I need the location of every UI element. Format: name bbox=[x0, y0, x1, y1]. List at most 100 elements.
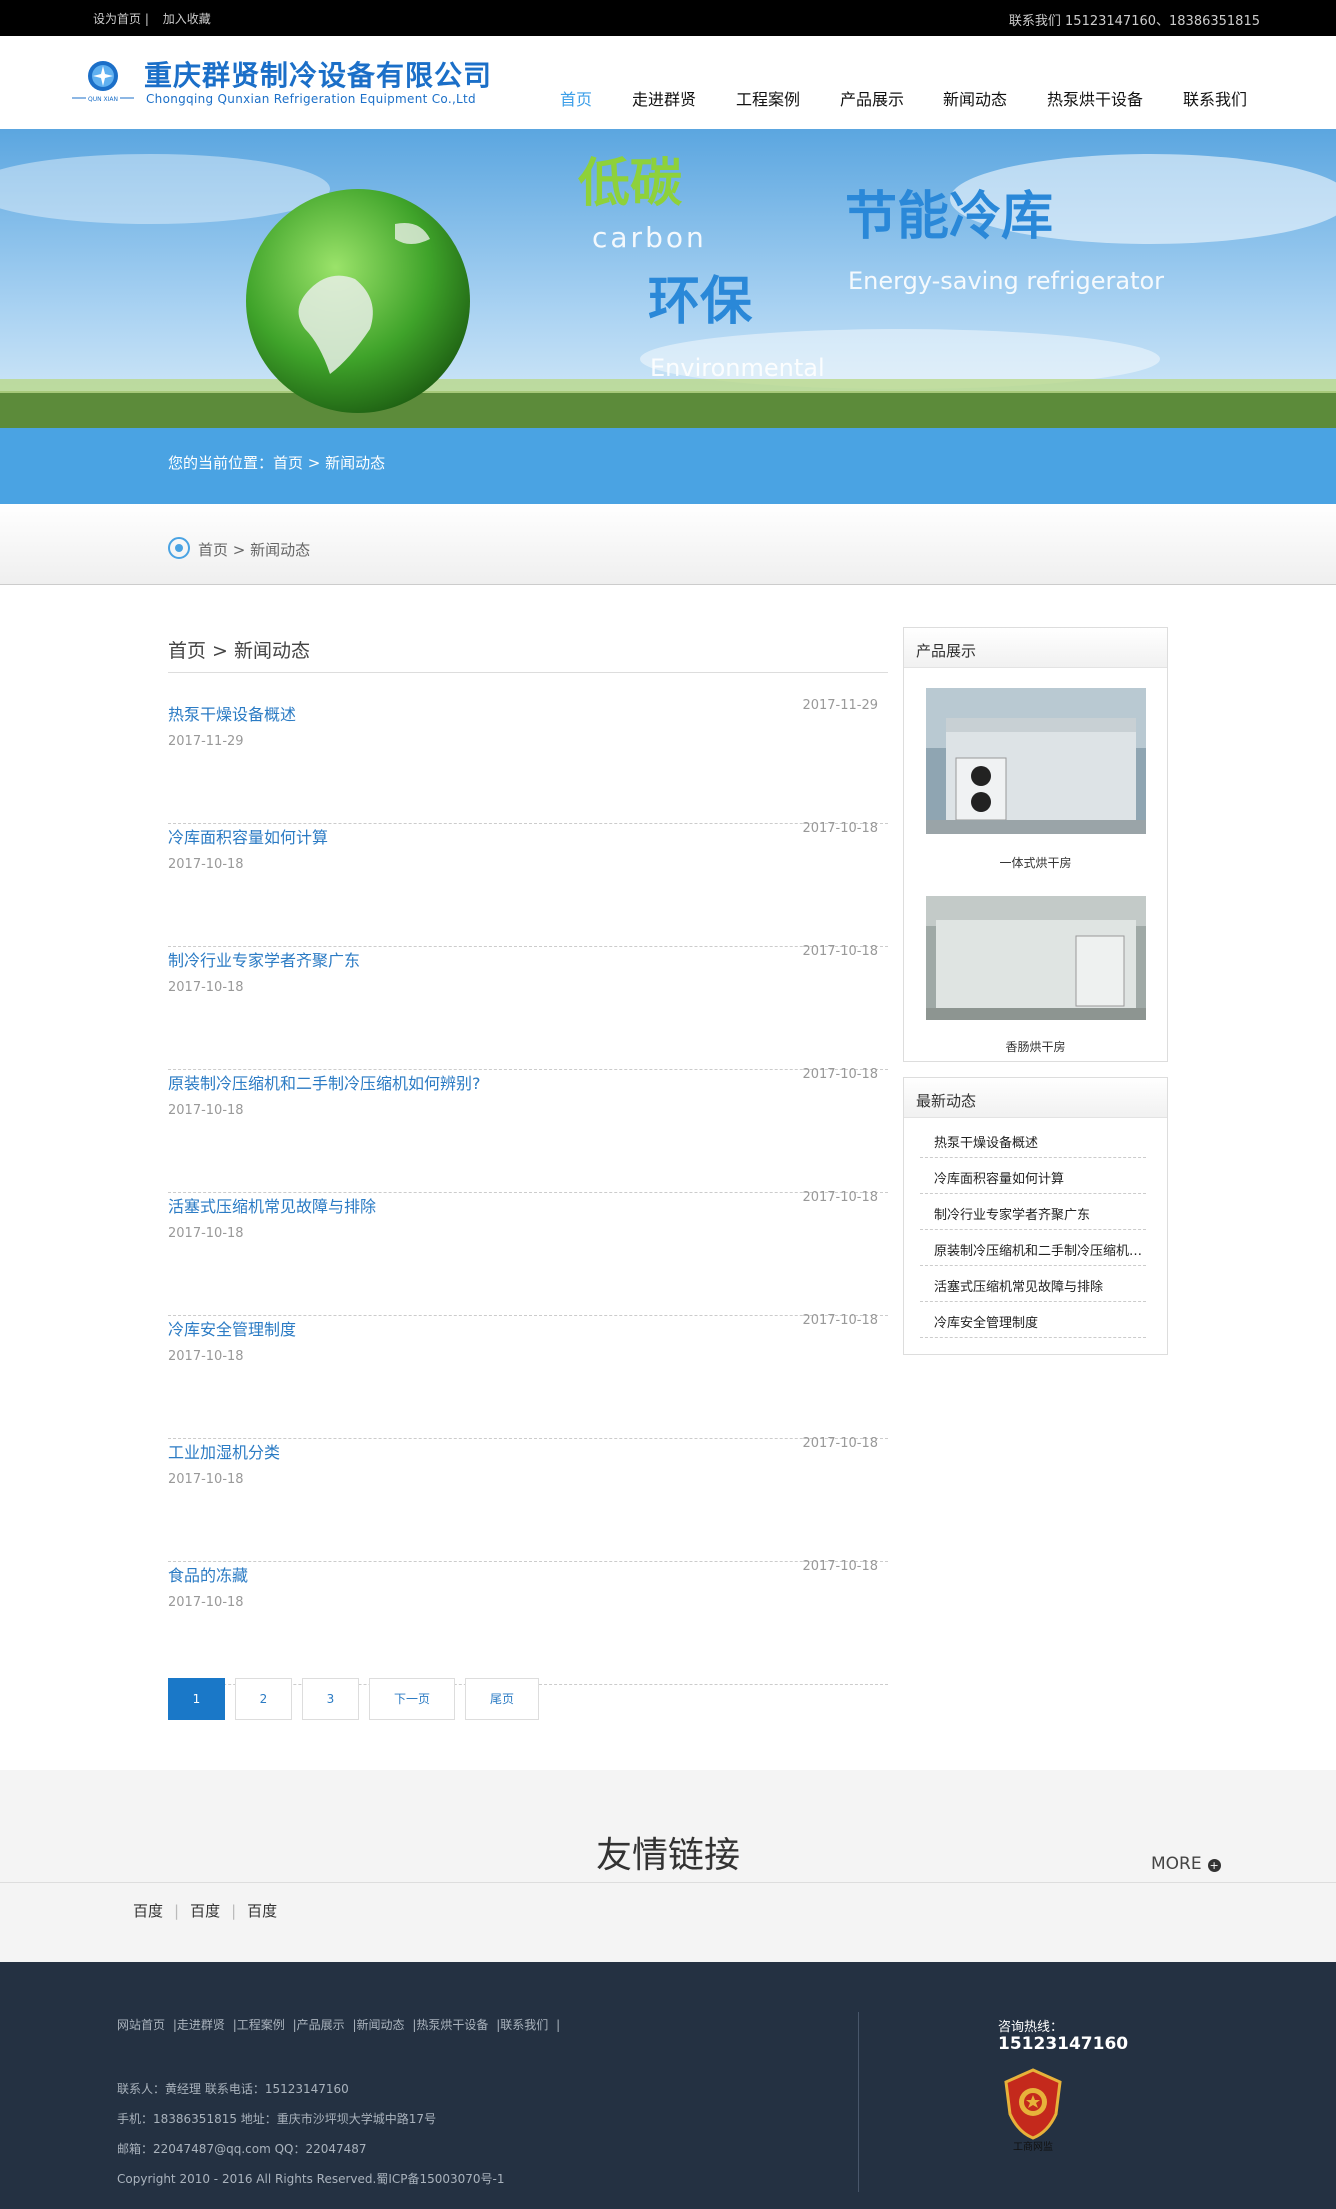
police-badge-icon[interactable]: 工商网监 bbox=[998, 2066, 1068, 2152]
separator: | bbox=[174, 1902, 180, 1920]
footer-nav-separator: | bbox=[556, 2018, 561, 2032]
latest-news-title: 最新动态 bbox=[904, 1078, 1167, 1118]
news-date-right: 2017-10-18 bbox=[802, 1559, 878, 1574]
news-date-right: 2017-10-18 bbox=[802, 1436, 878, 1451]
location-icon bbox=[168, 537, 190, 559]
friend-link[interactable]: 百度 bbox=[190, 1902, 220, 1920]
nav-cases[interactable]: 工程案例 bbox=[736, 86, 800, 110]
footer-nav-products[interactable]: |产品展示 bbox=[293, 2018, 345, 2032]
news-title-link[interactable]: 冷库安全管理制度 bbox=[168, 1316, 296, 1340]
footer-address: 手机：18386351815 地址：重庆市沙坪坝大学城中路17号 bbox=[117, 2112, 437, 2126]
breadcrumb: 首页 > 新闻动态 bbox=[0, 504, 1336, 585]
product-caption[interactable]: 香肠烘干房 bbox=[904, 1038, 1167, 1055]
product-image-1[interactable] bbox=[926, 688, 1146, 834]
list-item: 冷库安全管理制度 2017-10-18 2017-10-18 bbox=[168, 1313, 888, 1439]
footer-contact: 联系人：黄经理 联系电话：15123147160 bbox=[117, 2082, 349, 2096]
list-item: 活塞式压缩机常见故障与排除 2017-10-18 2017-10-18 bbox=[168, 1190, 888, 1316]
news-date: 2017-10-18 bbox=[168, 1226, 244, 1241]
latest-news-item[interactable]: 原装制冷压缩机和二手制冷压缩机如何辨别? bbox=[920, 1230, 1146, 1266]
divider bbox=[168, 672, 888, 673]
footer-nav-heatpump[interactable]: |热泵烘干设备 bbox=[412, 2018, 488, 2032]
list-item: 热泵干燥设备概述 2017-11-29 2017-11-29 bbox=[168, 698, 888, 824]
banner-text-3: 节能冷库 bbox=[845, 187, 1053, 247]
news-date: 2017-10-18 bbox=[168, 1103, 244, 1118]
footer-nav-cases[interactable]: |工程案例 bbox=[233, 2018, 285, 2032]
latest-news-item[interactable]: 冷库安全管理制度 bbox=[920, 1302, 1146, 1338]
latest-news-item[interactable]: 制冷行业专家学者齐聚广东 bbox=[920, 1194, 1146, 1230]
news-title-link[interactable]: 活塞式压缩机常见故障与排除 bbox=[168, 1193, 376, 1217]
banner: 低碳 carbon 环保 Environmental 节能冷库 Energy-s… bbox=[0, 129, 1336, 428]
latest-news-item[interactable]: 冷库面积容量如何计算 bbox=[920, 1158, 1146, 1194]
last-page-button[interactable]: 尾页 bbox=[465, 1678, 539, 1720]
footer-copyright: Copyright 2010 - 2016 All Rights Reserve… bbox=[117, 2172, 505, 2186]
list-item: 原装制冷压缩机和二手制冷压缩机如何辨别? 2017-10-18 2017-10-… bbox=[168, 1067, 888, 1193]
hotline-label: 咨询热线： bbox=[998, 2020, 1064, 2035]
news-date: 2017-10-18 bbox=[168, 857, 244, 872]
footer-nav-news[interactable]: |新闻动态 bbox=[352, 2018, 404, 2032]
more-link[interactable]: MORE + bbox=[1151, 1854, 1221, 1875]
banner-text-2-en: Environmental bbox=[650, 354, 825, 382]
plus-icon: + bbox=[1207, 1859, 1221, 1872]
top-bar: 设为首页 | 加入收藏 联系我们 15123147160、18386351815 bbox=[0, 0, 1336, 36]
banner-text-1-en: carbon bbox=[592, 221, 707, 254]
latest-news-item[interactable]: 热泵干燥设备概述 bbox=[920, 1122, 1146, 1158]
next-page-button[interactable]: 下一页 bbox=[369, 1678, 455, 1720]
news-date: 2017-10-18 bbox=[168, 1349, 244, 1364]
product-image-2[interactable] bbox=[926, 896, 1146, 1020]
footer-nav: 网站首页 |走进群贤 |工程案例 |产品展示 |新闻动态 |热泵烘干设备 |联系… bbox=[117, 2016, 564, 2033]
divider bbox=[0, 1882, 1336, 1883]
header: QUN XIAN 重庆群贤制冷设备有限公司 Chongqing Qunxian … bbox=[0, 36, 1336, 129]
news-date: 2017-10-18 bbox=[168, 980, 244, 995]
latest-news-item[interactable]: 活塞式压缩机常见故障与排除 bbox=[920, 1266, 1146, 1302]
page-1-button[interactable]: 1 bbox=[168, 1678, 225, 1720]
news-date-right: 2017-10-18 bbox=[802, 1067, 878, 1082]
emblem-caption: 工商网监 bbox=[1013, 2140, 1053, 2152]
friend-links-title: 友情链接 bbox=[595, 1835, 740, 1876]
nav-news[interactable]: 新闻动态 bbox=[943, 86, 1007, 110]
latest-news-box: 最新动态 热泵干燥设备概述 冷库面积容量如何计算 制冷行业专家学者齐聚广东 原装… bbox=[903, 1077, 1168, 1355]
location-text: 您的当前位置：首页 > 新闻动态 bbox=[168, 454, 386, 472]
news-title-link[interactable]: 工业加湿机分类 bbox=[168, 1439, 280, 1463]
news-title-link[interactable]: 冷库面积容量如何计算 bbox=[168, 824, 328, 848]
nav-products[interactable]: 产品展示 bbox=[840, 86, 904, 110]
news-date-right: 2017-10-18 bbox=[802, 1313, 878, 1328]
news-title-link[interactable]: 制冷行业专家学者齐聚广东 bbox=[168, 947, 360, 971]
nav-contact[interactable]: 联系我们 bbox=[1183, 86, 1247, 110]
more-label: MORE bbox=[1151, 1854, 1202, 1874]
products-title: 产品展示 bbox=[904, 628, 1167, 668]
page-3-button[interactable]: 3 bbox=[302, 1678, 359, 1720]
news-date-right: 2017-10-18 bbox=[802, 1190, 878, 1205]
list-item: 食品的冻藏 2017-10-18 2017-10-18 bbox=[168, 1559, 888, 1685]
list-item: 工业加湿机分类 2017-10-18 2017-10-18 bbox=[168, 1436, 888, 1562]
news-title-link[interactable]: 热泵干燥设备概述 bbox=[168, 701, 296, 725]
footer-nav-home[interactable]: 网站首页 bbox=[117, 2018, 165, 2032]
friend-links-section: 友情链接 MORE + 百度 | 百度 | 百度 bbox=[0, 1770, 1336, 1962]
nav-heatpump[interactable]: 热泵烘干设备 bbox=[1047, 86, 1143, 110]
nav-about[interactable]: 走进群贤 bbox=[632, 86, 696, 110]
banner-text-3-en: Energy-saving refrigerator bbox=[848, 267, 1164, 295]
product-caption[interactable]: 一体式烘干房 bbox=[904, 854, 1167, 871]
friend-link[interactable]: 百度 bbox=[133, 1902, 163, 1920]
logo-title[interactable]: 重庆群贤制冷设备有限公司 bbox=[144, 54, 492, 94]
news-date-right: 2017-10-18 bbox=[802, 944, 878, 959]
footer-nav-about[interactable]: |走进群贤 bbox=[173, 2018, 225, 2032]
hotline-number: 15123147160 bbox=[998, 2034, 1129, 2054]
news-date-right: 2017-10-18 bbox=[802, 821, 878, 836]
logo-icon[interactable]: QUN XIAN bbox=[70, 56, 136, 106]
list-item: 冷库面积容量如何计算 2017-10-18 2017-10-18 bbox=[168, 821, 888, 947]
location-bar: 您的当前位置：首页 > 新闻动态 bbox=[0, 428, 1336, 504]
footer-email: 邮箱：22047487@qq.com QQ：22047487 bbox=[117, 2142, 367, 2156]
footer-nav-contact[interactable]: |联系我们 bbox=[496, 2018, 548, 2032]
set-home-link[interactable]: 设为首页 | bbox=[93, 12, 149, 26]
products-box: 产品展示 一体式烘干房 香肠烘干房 bbox=[903, 627, 1168, 1062]
add-favorite-link[interactable]: 加入收藏 bbox=[163, 12, 211, 26]
news-title-link[interactable]: 原装制冷压缩机和二手制冷压缩机如何辨别? bbox=[168, 1070, 481, 1094]
logo-badge-text: QUN XIAN bbox=[88, 96, 118, 103]
separator: | bbox=[231, 1902, 237, 1920]
news-date: 2017-10-18 bbox=[168, 1595, 244, 1610]
friend-link[interactable]: 百度 bbox=[247, 1902, 277, 1920]
breadcrumb-text[interactable]: 首页 > 新闻动态 bbox=[198, 539, 310, 560]
page-2-button[interactable]: 2 bbox=[235, 1678, 292, 1720]
nav-home[interactable]: 首页 bbox=[560, 86, 592, 110]
news-title-link[interactable]: 食品的冻藏 bbox=[168, 1562, 248, 1586]
